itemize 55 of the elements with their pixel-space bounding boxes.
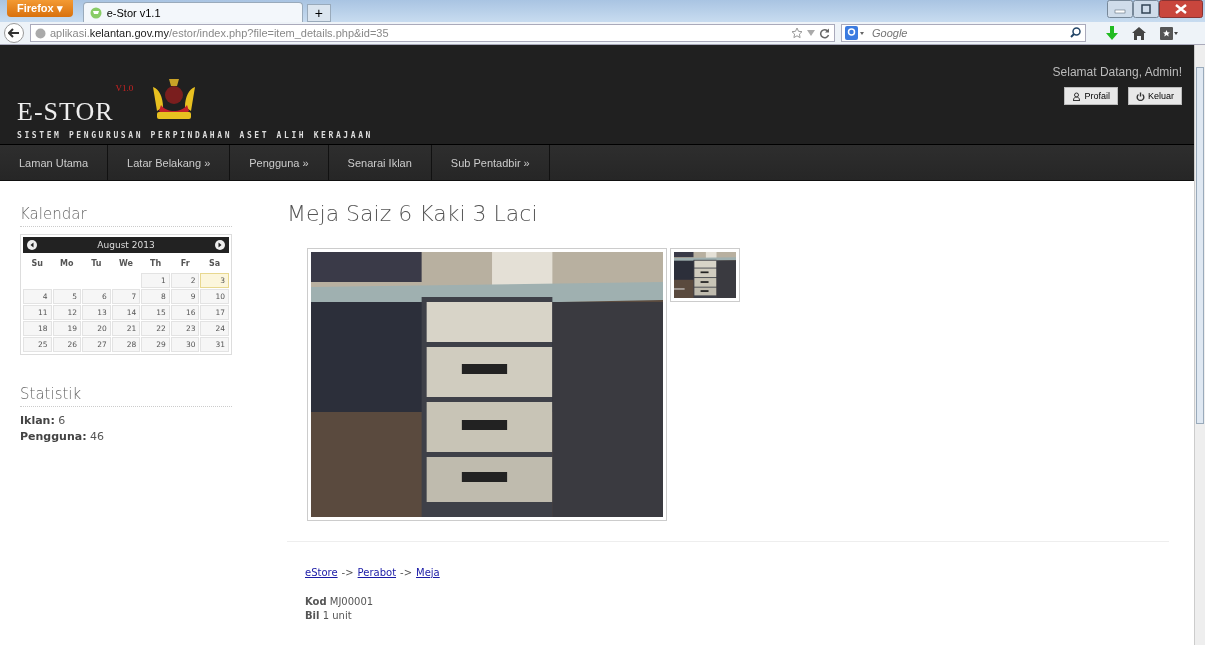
weekday-label: Fr: [179, 258, 191, 270]
maximize-icon[interactable]: [1133, 0, 1159, 18]
weekday-label: Sa: [208, 258, 222, 270]
thumbnail-frame[interactable]: [670, 248, 740, 302]
version-label: V1.0: [115, 83, 134, 93]
close-icon[interactable]: [1159, 0, 1203, 18]
minimize-icon[interactable]: [1107, 0, 1133, 18]
site-logo: E-STOR: [17, 97, 114, 127]
back-arrow-icon: [8, 28, 20, 38]
statistic-text: Pengguna: 46: [20, 430, 106, 443]
url-text: aplikasi.kelantan.gov.my/estor/index.php?file=item_details.php&id=35: [50, 27, 389, 39]
breadcrumb-separator: ->: [400, 567, 413, 578]
user-icon: [1072, 91, 1082, 101]
back-button[interactable]: [4, 23, 24, 43]
statistic-text: Iklan: 6: [20, 414, 67, 427]
weekday-label: Th: [149, 258, 163, 270]
home-icon[interactable]: [1132, 26, 1146, 40]
search-icon[interactable]: [1070, 27, 1081, 38]
breadcrumb-separator: ->: [341, 567, 354, 578]
address-bar[interactable]: aplikasi.kelantan.gov.my/estor/index.php?file=item_details.php&id=35: [30, 24, 835, 42]
power-icon: [1136, 91, 1145, 101]
logout-button[interactable]: Keluar: [1128, 87, 1182, 105]
star-icon[interactable]: [791, 27, 803, 39]
weekday-label: Tu: [90, 258, 103, 270]
cart-icon: [89, 6, 102, 19]
weekday-label: Mo: [59, 258, 75, 270]
breadcrumb-link[interactable]: eStore: [305, 567, 338, 578]
weekday-label: Su: [30, 258, 44, 270]
welcome-text: Selamat Datang, Admin!: [1052, 65, 1182, 79]
item-title: Meja Saiz 6 Kaki 3 Laci: [287, 201, 539, 226]
section-heading: Statistik: [20, 385, 232, 407]
breadcrumb-link[interactable]: Perabot: [357, 567, 397, 578]
detail-text: Kod MJ00001: [305, 596, 375, 607]
site-subtitle: SISTEM PENGURUSAN PERPINDAHAN ASET ALIH KERAJAAN: [17, 131, 373, 140]
menu-item[interactable]: Latar Belakang »: [108, 145, 231, 180]
detail-text: Bil 1 unit: [305, 610, 353, 621]
month-label: August 2013: [97, 240, 155, 250]
search-field[interactable]: Google: [841, 24, 1086, 42]
menu-item[interactable]: Pengguna »: [230, 145, 329, 180]
scrollbar[interactable]: [1194, 45, 1205, 645]
previous-month-icon[interactable]: [27, 240, 37, 250]
weekday-label: We: [118, 258, 134, 270]
google-icon[interactable]: [845, 26, 865, 40]
globe-icon: [35, 27, 46, 39]
breadcrumb-link[interactable]: Meja: [416, 567, 440, 578]
menu-item[interactable]: Laman Utama: [0, 145, 109, 180]
menu-item[interactable]: Senarai Iklan: [328, 145, 432, 180]
browser-tab[interactable]: e-Stor v1.1: [82, 2, 303, 22]
new-tab-button[interactable]: +: [306, 4, 331, 22]
next-month-icon[interactable]: [215, 240, 225, 250]
reload-icon[interactable]: [819, 27, 830, 39]
profile-button[interactable]: Profail: [1064, 87, 1118, 105]
bookmarks-icon[interactable]: [1160, 26, 1178, 40]
section-heading: Kalendar: [20, 205, 232, 227]
menu-item[interactable]: Sub Pentadbir »: [431, 145, 550, 180]
